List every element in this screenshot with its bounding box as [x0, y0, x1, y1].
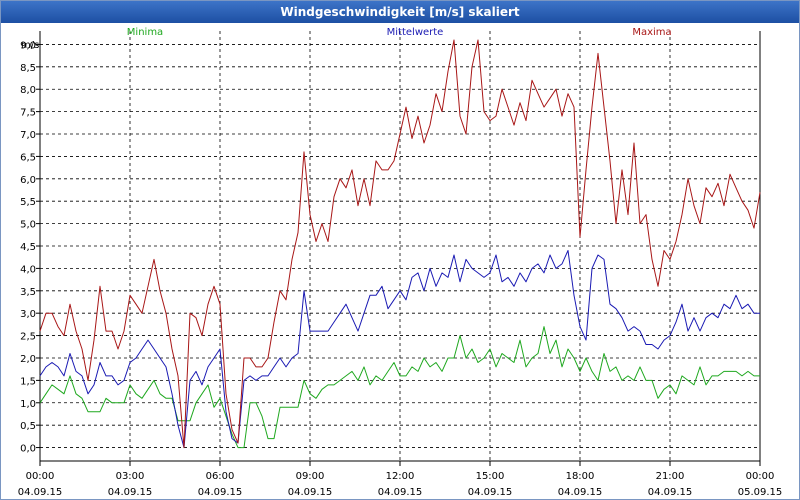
y-tick-label: 2,5	[20, 332, 36, 343]
legend-item-maxima: Maxima	[632, 27, 671, 38]
y-tick-label: 1,5	[20, 376, 36, 387]
y-tick-label: 3,5	[20, 287, 36, 298]
x-tick-label-time: 12:00	[386, 471, 415, 482]
x-tick-label-date: 04.09.15	[288, 487, 333, 498]
y-tick-label: 4,5	[20, 242, 36, 253]
x-tick-labels: 00:00 04.09.15 03:00 04.09.15 06:00 04.09.15 0…	[18, 471, 783, 498]
x-tick-label-time: 00:00	[746, 471, 775, 482]
y-tick-label: 0,5	[20, 421, 36, 432]
y-tick-label: 5,0	[20, 220, 36, 231]
x-tick-label-date: 04.09.15	[18, 487, 63, 498]
y-tick-label: 8,5	[20, 63, 36, 74]
y-tick-label: 3,0	[20, 309, 36, 320]
y-tick-label: 8,0	[20, 85, 36, 96]
x-tick-label-date: 04.09.15	[558, 487, 603, 498]
x-tick-label-date: 04.09.15	[108, 487, 153, 498]
y-tick-label: 4,0	[20, 264, 36, 275]
y-tick-label: 7,0	[20, 130, 36, 141]
x-tick-label-date: 04.09.15	[468, 487, 513, 498]
legend-item-mittelwerte: Mittelwerte	[387, 27, 444, 38]
x-tick-label-time: 00:00	[26, 471, 55, 482]
x-tick-label-time: 21:00	[656, 471, 685, 482]
y-tick-label: 6,0	[20, 175, 36, 186]
y-tick-label: 7,5	[20, 108, 36, 119]
x-tick-label-date: 05.09.15	[738, 487, 783, 498]
x-tick-label-date: 04.09.15	[648, 487, 693, 498]
y-tick-label: 0,0	[20, 444, 36, 455]
x-tick-label-time: 18:00	[566, 471, 595, 482]
y-axis-label: m/s	[21, 40, 39, 51]
y-tick-label: 2,0	[20, 354, 36, 365]
y-tick-label: 1,0	[20, 399, 36, 410]
chart-canvas: 0,0 0,5 1,0 1,5 2,0 2,5 3,0 3,5 4,0 4,5 5,0 5,5 6,0 6…	[18, 27, 783, 498]
x-tick-label-date: 04.09.15	[198, 487, 243, 498]
y-tick-label: 5,5	[20, 197, 36, 208]
legend-item-minima: Minima	[127, 27, 163, 38]
x-tick-label-date: 04.09.15	[378, 487, 423, 498]
x-tick-label-time: 15:00	[476, 471, 505, 482]
x-tick-label-time: 06:00	[206, 471, 235, 482]
y-tick-label: 6,5	[20, 152, 36, 163]
y-tick-labels: 0,0 0,5 1,0 1,5 2,0 2,5 3,0 3,5 4,0 4,5 5,0 5,5 6,0 6…	[20, 40, 36, 454]
x-tick-label-time: 03:00	[116, 471, 145, 482]
x-tick-label-time: 09:00	[296, 471, 325, 482]
